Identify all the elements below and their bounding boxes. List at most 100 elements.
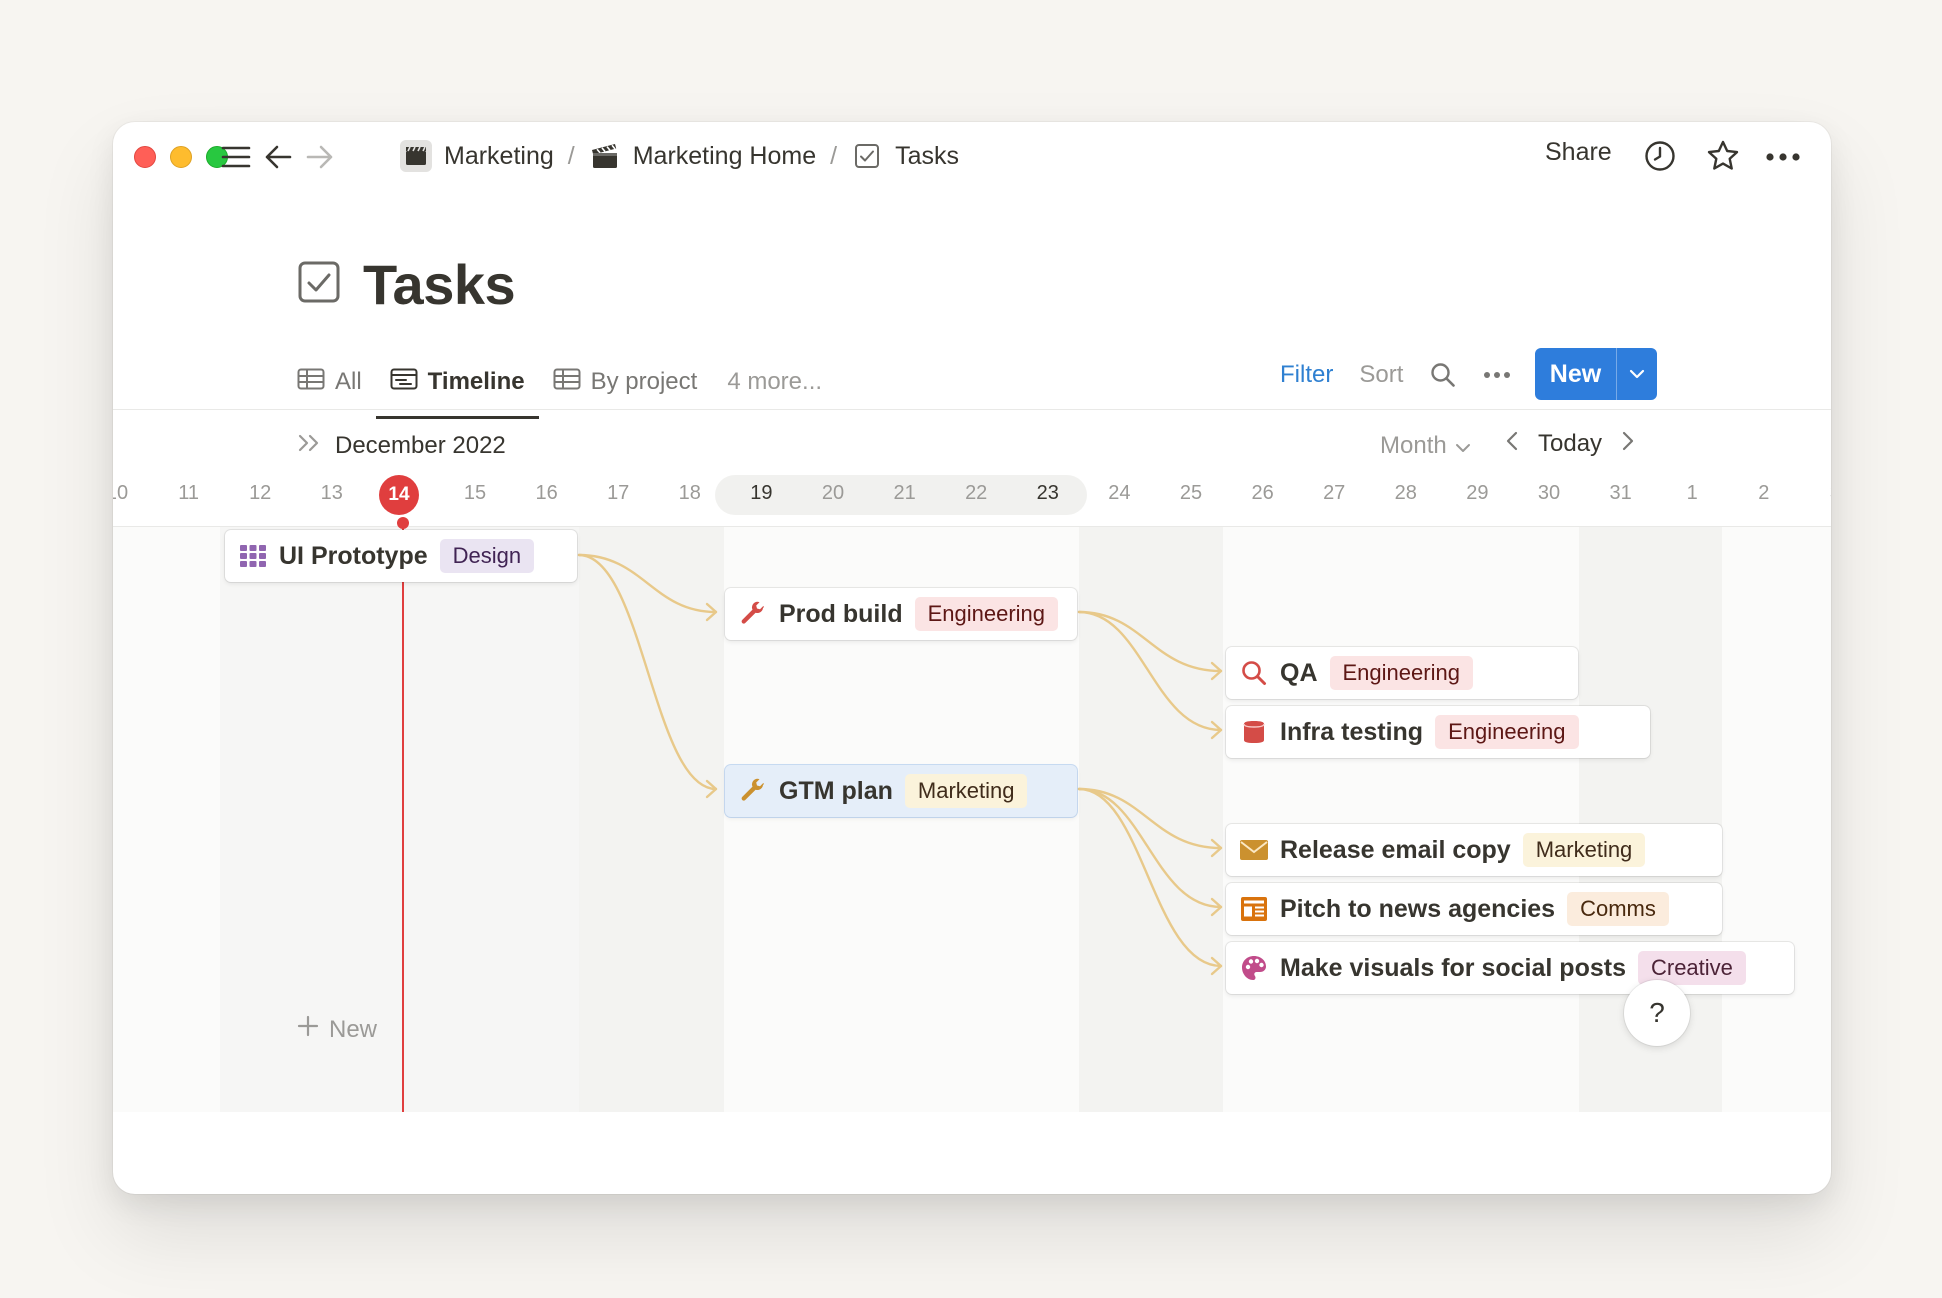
scale-select[interactable]: Month: [1380, 432, 1471, 460]
day-label: 21: [893, 482, 916, 504]
breadcrumb-label: Marketing Home: [632, 141, 817, 170]
more-options-icon[interactable]: [1763, 142, 1803, 172]
magnifier-icon: [1240, 659, 1268, 687]
day-label: 11: [178, 482, 199, 504]
clapperboard-icon: [400, 140, 432, 172]
plus-icon: [297, 1015, 319, 1044]
chevron-left-icon[interactable]: [1506, 430, 1518, 458]
checkbox-icon: [851, 140, 883, 172]
breadcrumb-item-tasks[interactable]: Tasks: [845, 140, 965, 172]
server-icon: [1240, 718, 1268, 746]
tab-all[interactable]: All: [297, 357, 376, 407]
day-label: 3: [1810, 482, 1831, 505]
day-label: 24: [1108, 482, 1131, 504]
day-label: 22: [965, 482, 988, 504]
filter-button[interactable]: Filter: [1280, 361, 1333, 389]
tab-label: By project: [590, 368, 698, 395]
breadcrumb-separator: /: [567, 141, 575, 170]
day-label: 31: [1609, 482, 1632, 504]
back-arrow-icon[interactable]: [263, 142, 293, 172]
today-line: [402, 522, 404, 1112]
newspaper-icon: [1240, 895, 1268, 923]
palette-icon: [1240, 954, 1268, 982]
task-title: Make visuals for social posts: [1280, 953, 1626, 982]
wrench-icon: [739, 600, 767, 628]
day-label: 15: [463, 482, 487, 504]
breadcrumb-label: Marketing: [444, 141, 554, 170]
task-card-ui-prototype[interactable]: UI Prototype Design: [225, 530, 577, 582]
day-label: 18: [678, 482, 701, 504]
star-icon[interactable]: [1705, 138, 1741, 174]
minimize-window-button[interactable]: [170, 146, 192, 168]
help-button[interactable]: ?: [1624, 980, 1690, 1046]
day-label: 17: [607, 482, 630, 504]
task-tag: Marketing: [904, 774, 1028, 808]
day-label: 1: [1686, 482, 1698, 504]
wrench-icon: [739, 777, 767, 805]
timeline-icon: [390, 368, 418, 397]
timeline-header: December 2022 Month Today 10111213151617…: [113, 410, 1831, 526]
task-tag: Design: [439, 539, 535, 573]
day-label: 25: [1179, 482, 1203, 504]
close-window-button[interactable]: [134, 146, 156, 168]
checkbox-icon: [297, 260, 341, 309]
date-navigation: Today: [1506, 430, 1634, 458]
day-label: 28: [1394, 482, 1417, 504]
day-label: 16: [535, 482, 558, 504]
envelope-icon: [1240, 836, 1268, 864]
chevron-right-icon[interactable]: [1622, 430, 1634, 458]
day-label: 19: [750, 482, 773, 504]
task-card-make-visuals[interactable]: Make visuals for social posts Creative: [1226, 942, 1794, 994]
task-card-infra-testing[interactable]: Infra testing Engineering: [1226, 706, 1650, 758]
title-bar: Marketing / Marketing Home / Tasks Share: [113, 122, 1831, 190]
table-icon: [553, 368, 581, 397]
clock-icon[interactable]: [1643, 139, 1677, 173]
day-label: 13: [320, 482, 343, 504]
task-title: Pitch to news agencies: [1280, 894, 1556, 923]
day-label: 29: [1466, 482, 1489, 504]
sidebar-menu-icon[interactable]: [220, 142, 252, 172]
month-label: December 2022: [297, 432, 506, 460]
task-title: Release email copy: [1280, 835, 1511, 864]
forward-arrow-icon[interactable]: [305, 142, 335, 172]
more-options-icon[interactable]: [1483, 371, 1511, 379]
tab-by-project[interactable]: By project: [539, 357, 712, 407]
task-title: UI Prototype: [279, 541, 428, 570]
breadcrumb-label: Tasks: [895, 141, 959, 170]
task-card-release-email-copy[interactable]: Release email copy Marketing: [1226, 824, 1722, 876]
grid-icon: [239, 542, 267, 570]
task-card-gtm-plan[interactable]: GTM plan Marketing: [725, 765, 1077, 817]
breadcrumb-item-marketing-home[interactable]: Marketing Home: [583, 140, 822, 172]
new-button[interactable]: New: [1535, 348, 1617, 400]
day-label: 12: [249, 482, 272, 504]
task-card-qa[interactable]: QA Engineering: [1226, 647, 1578, 699]
clapperboard-icon: [589, 140, 621, 172]
tab-timeline[interactable]: Timeline: [375, 357, 539, 419]
task-title: GTM plan: [779, 776, 893, 805]
timeline-body: UI Prototype Design Prod build Engineeri…: [113, 517, 1831, 1112]
search-icon[interactable]: [1429, 361, 1457, 389]
double-chevron-right-icon[interactable]: [297, 432, 323, 460]
sort-button[interactable]: Sort: [1359, 361, 1403, 389]
table-icon: [297, 368, 325, 397]
breadcrumb-item-marketing[interactable]: Marketing: [394, 140, 560, 172]
task-card-pitch-to-news-agencies[interactable]: Pitch to news agencies Comms: [1226, 883, 1722, 935]
task-title: QA: [1280, 658, 1318, 687]
scale-label: Month: [1380, 432, 1447, 459]
add-new-task-button[interactable]: New: [297, 1015, 377, 1044]
breadcrumb-separator: /: [830, 141, 838, 170]
task-tag: Engineering: [1329, 656, 1473, 690]
task-card-prod-build[interactable]: Prod build Engineering: [725, 588, 1077, 640]
today-dot: [397, 517, 409, 529]
day-label: 27: [1323, 482, 1346, 504]
task-tag: Marketing: [1522, 833, 1646, 867]
chevron-down-icon: [1455, 432, 1471, 460]
chevron-down-icon[interactable]: [1617, 348, 1657, 400]
more-views-link[interactable]: 4 more...: [711, 368, 822, 396]
app-window: Marketing / Marketing Home / Tasks Share: [113, 122, 1831, 1194]
day-label: 10: [113, 482, 129, 504]
share-button[interactable]: Share: [1545, 138, 1612, 167]
day-label: 20: [821, 482, 845, 504]
breadcrumb: Marketing / Marketing Home / Tasks: [394, 136, 965, 176]
today-button[interactable]: Today: [1538, 430, 1602, 458]
